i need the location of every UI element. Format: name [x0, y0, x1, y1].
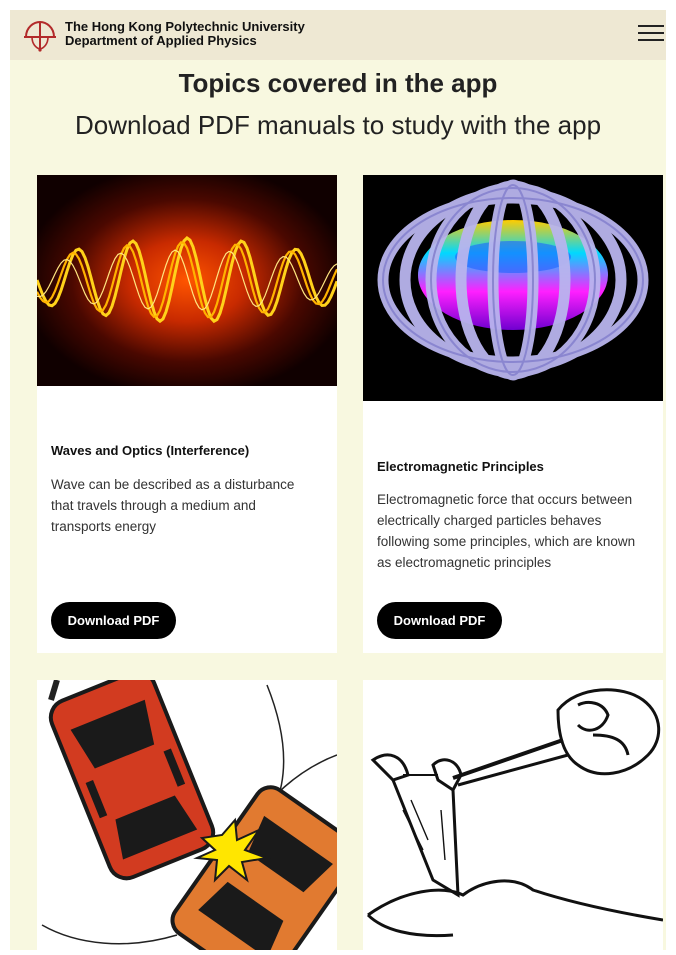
- card-description: Wave can be described as a disturbance t…: [51, 477, 295, 534]
- download-pdf-button[interactable]: Download PDF: [51, 602, 176, 639]
- download-pdf-button[interactable]: Download PDF: [377, 602, 502, 639]
- slingshot-image: [363, 680, 663, 950]
- department-name: Department of Applied Physics: [65, 33, 257, 48]
- card-description: Electromagnetic force that occurs betwee…: [377, 492, 636, 570]
- car-collision-image: [37, 680, 337, 950]
- topic-card-electromagnetic: Electromagnetic Principles Electromagnet…: [363, 175, 663, 653]
- tokamak-coils-image: [363, 175, 663, 401]
- university-name: The Hong Kong Polytechnic University: [65, 19, 305, 34]
- app-header: The Hong Kong Polytechnic University Dep…: [10, 10, 666, 60]
- page-title: Topics covered in the app: [178, 68, 498, 98]
- app-frame: The Hong Kong Polytechnic University Dep…: [10, 10, 666, 950]
- topic-card-collision: [37, 680, 337, 950]
- card-title: Electromagnetic Principles: [377, 459, 544, 474]
- wave-interference-image: [37, 175, 337, 386]
- topic-card-slingshot: [363, 680, 663, 950]
- university-name-block: The Hong Kong Polytechnic University Dep…: [65, 20, 305, 48]
- card-title: Waves and Optics (Interference): [51, 443, 250, 458]
- topic-card-waves: Waves and Optics (Interference) Wave can…: [37, 175, 337, 653]
- hamburger-menu-icon[interactable]: [638, 23, 666, 45]
- page-subtitle: Download PDF manuals to study with the a…: [74, 110, 602, 140]
- polyu-logo-icon[interactable]: [22, 17, 58, 53]
